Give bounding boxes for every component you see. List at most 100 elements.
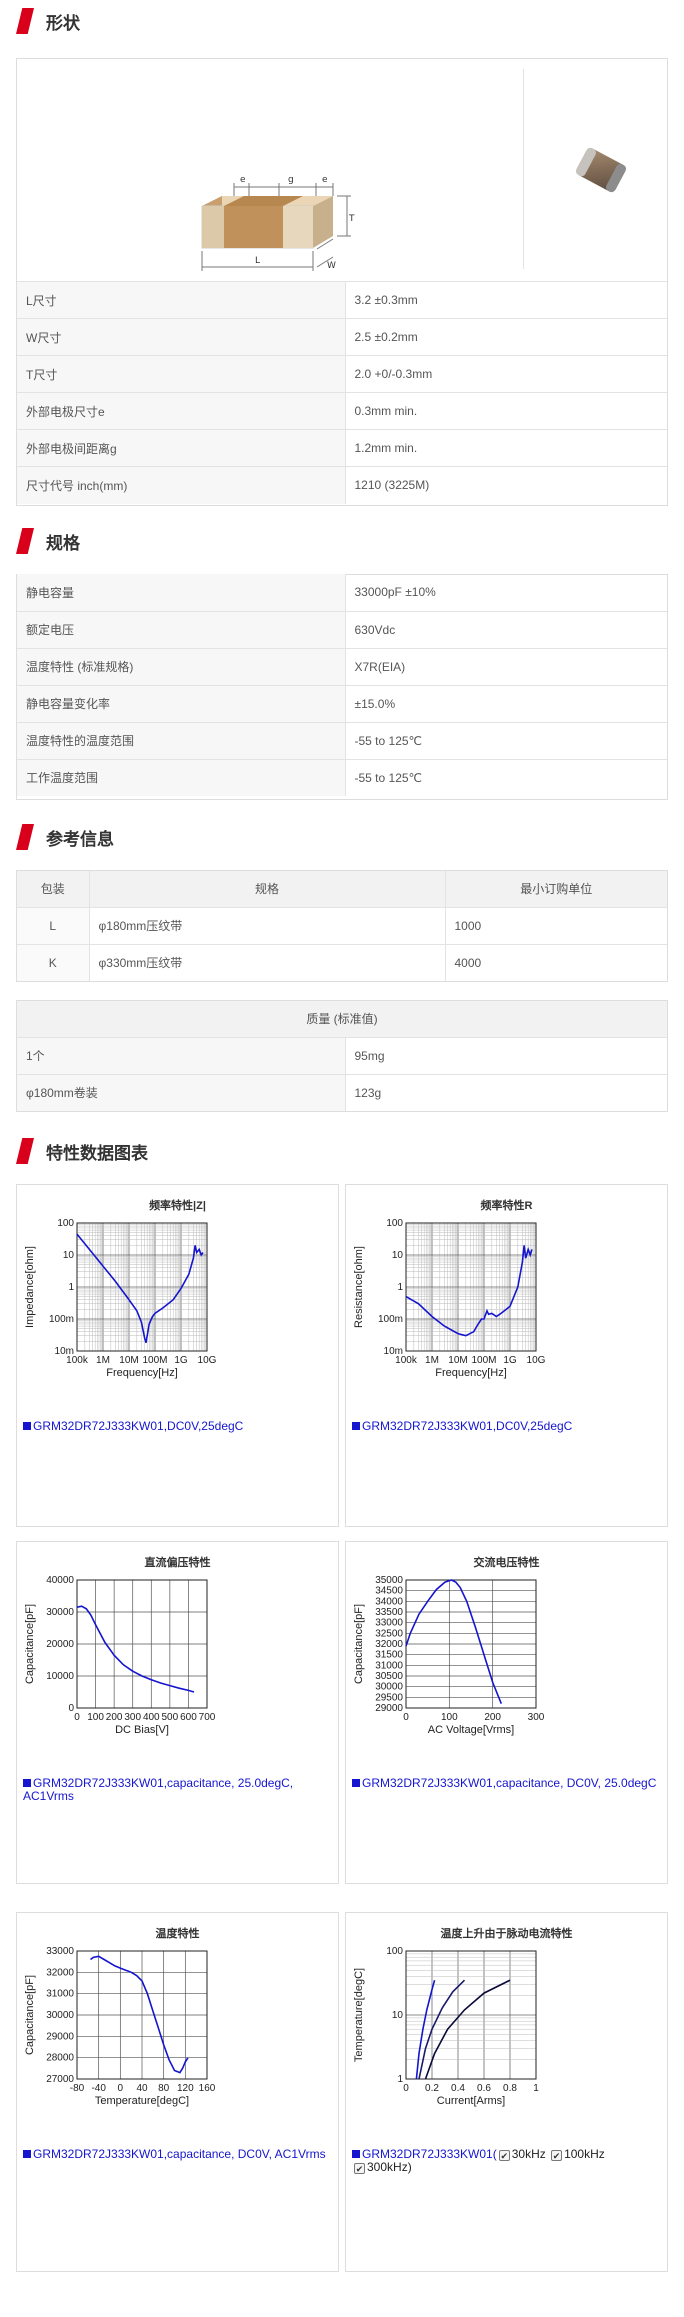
y-axis-label: Impedance[ohm] [24, 1246, 36, 1328]
x-tick-label: 120 [177, 2083, 194, 2094]
x-tick-label: 0.8 [503, 2083, 517, 2094]
y-tick-label: 30000 [46, 1607, 74, 1618]
x-tick-label: 10M [448, 1355, 467, 1366]
legend-swatch-icon [23, 2150, 31, 2158]
x-axis-label: Temperature[degC] [95, 2095, 189, 2107]
chart-card-impedance: 频率特性|Z| 100k 1M 10M 100M 1G 10G 100 10 1 100m 10m F… [16, 1184, 339, 1527]
row-value: 1210 (3225M) [345, 466, 667, 504]
x-tick-label: 0.4 [451, 2083, 465, 2094]
checkbox-100khz[interactable]: ✔ [551, 2150, 563, 2161]
checkbox-300khz[interactable]: ✔ [354, 2163, 365, 2174]
row-value: -55 to 125℃ [345, 721, 667, 759]
checkbox-30khz[interactable]: ✔ [498, 2150, 510, 2161]
chip-photo [575, 147, 627, 193]
y-tick-label: 10 [392, 2010, 404, 2021]
y-tick-label: 33000 [375, 1618, 403, 1629]
chart-legend: GRM32DR72J333KW01,capacitance, DC0V, 25.… [352, 1777, 662, 1790]
x-tick-label: 40 [136, 2083, 148, 2094]
shape-table: L尺寸 3.2 ±0.3mm W尺寸 2.5 ±0.2mm T尺寸 2.0 +0/-0.3… [17, 281, 667, 504]
row-value: 2.0 +0/-0.3mm [345, 355, 667, 393]
row-value: 3.2 ±0.3mm [345, 281, 667, 319]
x-tick-label: 100M [471, 1355, 496, 1366]
legend-swatch-icon [23, 1422, 31, 1430]
x-tick-label: 0 [403, 2083, 409, 2094]
dim-e-left-label: e [240, 175, 246, 185]
x-tick-label: 0 [118, 2083, 124, 2094]
y-tick-label: 34000 [375, 1596, 403, 1607]
x-tick-label: 1 [533, 2083, 539, 2094]
y-tick-label: 10 [63, 1250, 75, 1261]
impedance-chart: 100k 1M 10M 100M 1G 10G100101100m10mFrequency… [24, 1218, 217, 1379]
x-tick-label: 1M [425, 1355, 439, 1366]
table-row: 静电容量变化率 ±15.0% [17, 684, 667, 722]
packaging-table: 包装 规格 最小订购单位 L φ180mm压纹带 1000 K φ330mm压纹… [17, 871, 667, 981]
x-tick-label: 300 [124, 1712, 141, 1723]
x-tick-label: 1M [96, 1355, 110, 1366]
row-value: 2.5 ±0.2mm [345, 318, 667, 356]
x-tick-label: 10M [119, 1355, 138, 1366]
section-title-charts: 特性数据图表 [16, 1136, 148, 1166]
chart-card-temperature: 温度特性 -80 -40 0 40 80 120 160 33000 32000 31000 300… [16, 1912, 339, 2272]
y-tick-label: 30000 [46, 2010, 74, 2021]
shape-image-area: e g e T L W [17, 59, 667, 281]
x-axis-label: AC Voltage[Vrms] [428, 1724, 514, 1736]
ripple-temperature-chart: 0 0.2 0.4 0.6 0.8 1 100 10 1 Current[Arms] Tempera… [353, 1946, 539, 2107]
packaging-header-code: 包装 [17, 871, 90, 907]
row-label: 温度特性的温度范围 [17, 721, 346, 759]
x-axis-label: DC Bias[V] [115, 1724, 169, 1736]
legend-swatch-icon [352, 1779, 360, 1787]
packaging-header-moq: 最小订购单位 [445, 871, 667, 907]
dim-e-right-label: e [322, 175, 328, 185]
table-row: K φ330mm压纹带 4000 [17, 943, 667, 981]
x-tick-label: 300 [528, 1712, 545, 1723]
x-tick-label: 10G [198, 1355, 217, 1366]
packaging-header-spec: 规格 [89, 871, 446, 907]
y-axis-label: Resistance[ohm] [353, 1246, 365, 1328]
chart-legend: GRM32DR72J333KW01,DC0V,25degC [23, 1420, 333, 1433]
y-tick-label: 30000 [375, 1682, 403, 1693]
y-tick-label: 31000 [46, 1989, 74, 2000]
table-row: L尺寸 3.2 ±0.3mm [17, 281, 667, 319]
section-flag-icon [16, 824, 34, 850]
row-label: 静电容量变化率 [17, 684, 346, 722]
chip-dimension-diagram: e g e T L W [201, 175, 355, 271]
section-title-spec: 规格 [16, 526, 80, 556]
section-title-ref: 参考信息 [16, 822, 114, 852]
row-label: 静电容量 [17, 574, 346, 611]
section-flag-icon [16, 528, 34, 554]
y-tick-label: 33500 [375, 1607, 403, 1618]
row-value: 33000pF ±10% [354, 585, 436, 600]
y-tick-label: 31000 [375, 1660, 403, 1671]
y-tick-label: 100 [386, 1218, 403, 1229]
x-tick-label: 700 [199, 1712, 216, 1723]
y-tick-label: 100 [57, 1218, 74, 1229]
table-row: 外部电极间距离g 1.2mm min. [17, 429, 667, 467]
data-series-line [424, 1979, 511, 2080]
x-tick-label: 400 [143, 1712, 160, 1723]
ac-voltage-chart: 0 100 200 300 350003450034000335003300032500… [353, 1575, 545, 1736]
y-tick-label: 0 [68, 1703, 74, 1714]
x-tick-label: 100M [142, 1355, 167, 1366]
row-label: 工作温度范围 [17, 758, 346, 796]
row-label: 温度特性 (标准规格) [17, 647, 346, 685]
x-tick-label: 200 [106, 1712, 123, 1723]
chart-legend: GRM32DR72J333KW01,DC0V,25degC [352, 1420, 662, 1433]
y-tick-label: 100 [386, 1946, 403, 1957]
mass-panel: 质量 (标准值) 1个 95mg φ180mm卷装 123g [16, 1000, 668, 1112]
x-tick-label: 10G [527, 1355, 546, 1366]
x-axis-label: Frequency[Hz] [435, 1367, 507, 1379]
section-flag-icon [16, 1138, 34, 1164]
y-tick-label: 29500 [375, 1692, 403, 1703]
table-row: 尺寸代号 inch(mm) 1210 (3225M) [17, 466, 667, 504]
section-title-shape: 形状 [16, 6, 80, 36]
dim-l-label: L [255, 256, 260, 266]
dc-bias-chart: 0 100 200 300 400 500 600 700 40000 30000 20000 100… [24, 1575, 216, 1736]
chart-card-resistance: 频率特性R 100k 1M 10M 100M 1G 10G 100 10 1 100m 10m Fre… [345, 1184, 668, 1527]
x-tick-label: 0.2 [425, 2083, 439, 2094]
x-tick-label: 1G [174, 1355, 188, 1366]
row-value: X7R(EIA) [345, 647, 667, 685]
row-value: -55 to 125℃ [345, 758, 667, 796]
y-axis-label: Capacitance[pF] [24, 1604, 36, 1684]
row-label: 外部电极间距离g [17, 429, 346, 467]
row-label: T尺寸 [17, 355, 346, 393]
